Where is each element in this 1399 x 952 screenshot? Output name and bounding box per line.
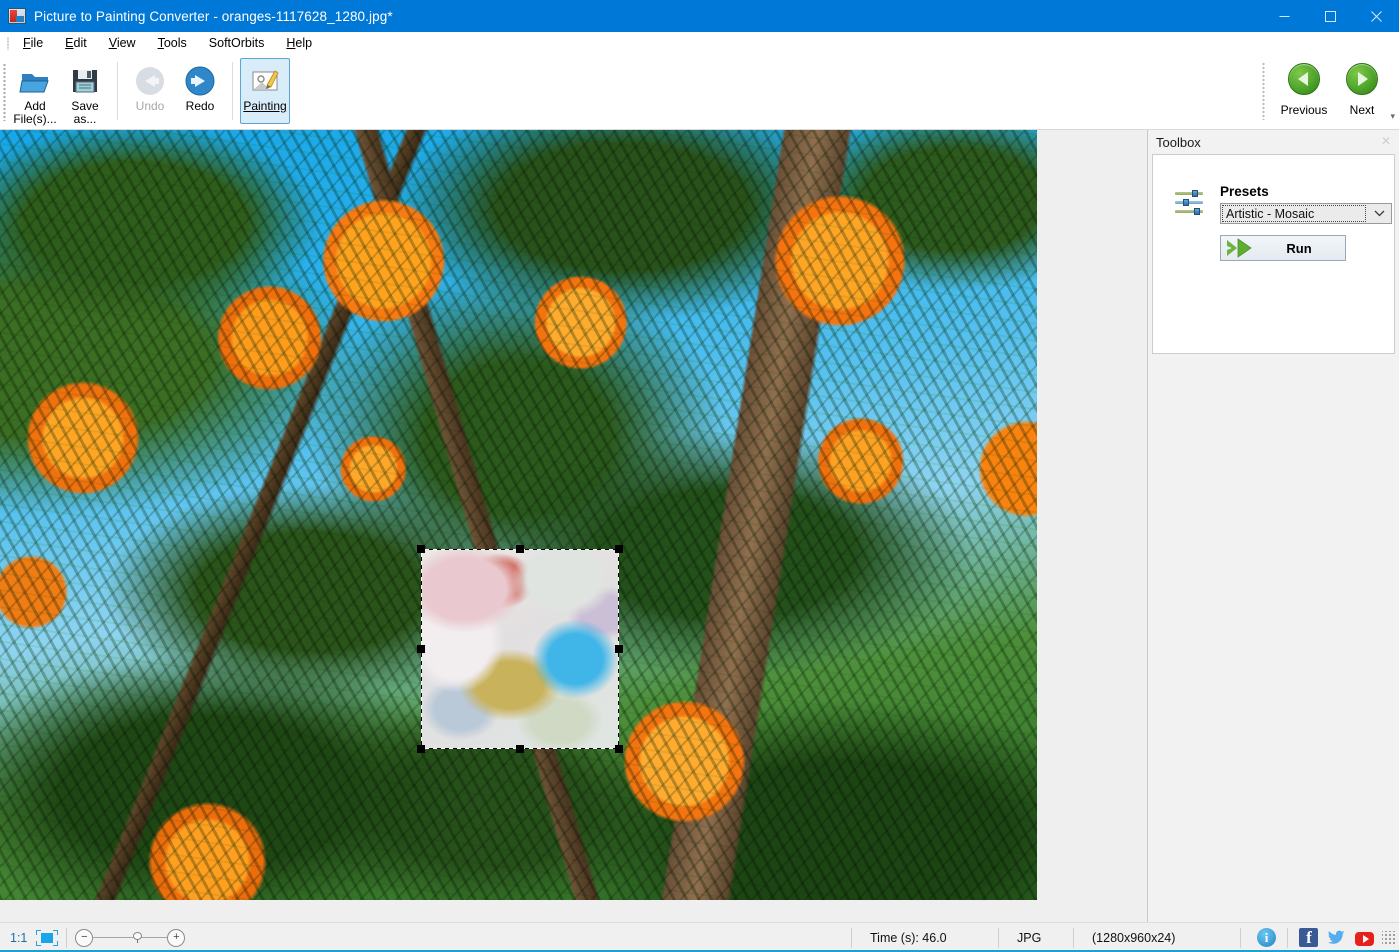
app-icon xyxy=(8,8,26,24)
run-label: Run xyxy=(1286,240,1312,256)
selection-handle-w[interactable] xyxy=(417,645,425,653)
sliders-icon xyxy=(1175,188,1203,216)
menu-item-softorbits[interactable]: SoftOrbits xyxy=(198,34,276,52)
save-as-button[interactable]: Save as... xyxy=(60,58,110,127)
redo-button[interactable]: Redo xyxy=(175,58,225,124)
previous-label: Previous xyxy=(1280,103,1328,117)
minimize-button[interactable] xyxy=(1261,0,1307,32)
status-divider-3 xyxy=(998,927,999,948)
application-window: Picture to Painting Converter - oranges-… xyxy=(0,0,1399,952)
format-field: JPG xyxy=(1017,930,1042,945)
fit-to-window-icon[interactable] xyxy=(36,929,59,946)
navigation-group: Previous Next xyxy=(1262,58,1391,124)
status-divider-6 xyxy=(1287,927,1288,948)
save-as-label: Save as... xyxy=(71,99,99,126)
redo-label: Redo xyxy=(185,99,215,113)
status-divider-4 xyxy=(1073,927,1074,948)
arrow-left-circle-icon xyxy=(1288,63,1320,95)
open-folder-icon xyxy=(19,65,51,97)
add-files-button[interactable]: Add File(s)... xyxy=(10,58,60,127)
minus-icon[interactable]: − xyxy=(75,928,94,947)
dimensions-field: (1280x960x24) xyxy=(1092,930,1176,945)
preset-dropdown[interactable]: Artistic - Mosaic xyxy=(1220,203,1392,224)
close-button[interactable] xyxy=(1353,0,1399,32)
selection-marching-ants-border xyxy=(421,549,619,749)
painting-button[interactable]: Painting xyxy=(240,58,290,124)
menu-item-file[interactable]: File xyxy=(12,34,54,52)
social-links: i f xyxy=(1249,927,1382,948)
menu-bar: File Edit View Tools SoftOrbits Help xyxy=(0,32,1399,55)
status-divider-1 xyxy=(66,927,68,948)
menu-item-edit[interactable]: Edit xyxy=(54,34,98,52)
toolbox-title: Toolbox xyxy=(1156,134,1201,150)
run-button[interactable]: Run xyxy=(1220,235,1346,261)
image-canvas[interactable] xyxy=(0,130,1145,922)
navigation-grip[interactable] xyxy=(1262,62,1265,120)
add-files-label: Add File(s)... xyxy=(13,99,57,126)
time-field: Time (s): 46.0 xyxy=(870,930,947,945)
presets-label: Presets xyxy=(1220,184,1269,199)
zoom-ratio-label[interactable]: 1:1 xyxy=(10,931,27,945)
window-controls xyxy=(1261,0,1399,32)
photo-foliage-texture xyxy=(0,130,1037,900)
undo-label: Undo xyxy=(135,99,165,113)
toolbar-separator-1 xyxy=(117,62,118,120)
green-double-arrow-icon xyxy=(1225,237,1263,259)
status-divider-2 xyxy=(851,927,852,948)
selection-handle-s[interactable] xyxy=(516,745,524,753)
youtube-icon[interactable] xyxy=(1355,931,1374,946)
window-title: Picture to Painting Converter - oranges-… xyxy=(34,8,393,24)
navigation-overflow-icon[interactable]: ▾ xyxy=(1390,111,1395,122)
painting-label: Painting xyxy=(243,99,287,113)
toolbox-content: Presets Artistic - Mosaic Run xyxy=(1152,154,1395,354)
toolbox-panel: Toolbox ✕ Presets Artistic - Mosaic Run xyxy=(1147,130,1399,922)
title-bar: Picture to Painting Converter - oranges-… xyxy=(0,0,1399,32)
facebook-icon[interactable]: f xyxy=(1299,928,1318,947)
menu-item-tools[interactable]: Tools xyxy=(147,34,198,52)
status-divider-5 xyxy=(1240,927,1241,948)
toolbar-drag-grip[interactable] xyxy=(3,63,6,121)
zoom-slider[interactable]: − + xyxy=(75,928,186,948)
twitter-icon[interactable] xyxy=(1327,928,1346,947)
undo-button[interactable]: Undo xyxy=(125,58,175,124)
selection-handle-n[interactable] xyxy=(516,545,524,553)
chevron-down-icon[interactable] xyxy=(1368,204,1391,223)
menu-item-view[interactable]: View xyxy=(98,34,147,52)
info-icon[interactable]: i xyxy=(1257,928,1276,947)
panel-close-icon[interactable]: ✕ xyxy=(1381,134,1391,148)
undo-arrow-icon xyxy=(134,65,166,97)
menu-drag-grip[interactable] xyxy=(3,32,12,55)
selection-handle-ne[interactable] xyxy=(615,545,623,553)
next-button[interactable]: Next xyxy=(1333,58,1391,124)
selection-handle-e[interactable] xyxy=(615,645,623,653)
selection-handle-sw[interactable] xyxy=(417,745,425,753)
painting-brush-icon xyxy=(249,65,281,97)
status-bar: 1:1 − + Time (s): 46.0 JPG (1280x960x24)… xyxy=(0,922,1399,952)
toolbox-header: Toolbox ✕ xyxy=(1148,130,1399,154)
plus-icon[interactable]: + xyxy=(167,928,186,947)
maximize-button[interactable] xyxy=(1307,0,1353,32)
menu-item-help[interactable]: Help xyxy=(275,34,323,52)
source-photo xyxy=(0,130,1037,900)
zoom-slider-track[interactable] xyxy=(93,937,168,938)
redo-arrow-icon xyxy=(184,65,216,97)
selection-handle-se[interactable] xyxy=(615,745,623,753)
preset-selected-value: Artistic - Mosaic xyxy=(1226,206,1315,221)
selection-handle-nw[interactable] xyxy=(417,545,425,553)
zoom-slider-thumb[interactable] xyxy=(133,931,143,943)
toolbar-separator-2 xyxy=(232,62,233,120)
resize-grip-icon[interactable] xyxy=(1382,930,1396,945)
painting-preview-selection[interactable] xyxy=(417,545,623,753)
next-label: Next xyxy=(1349,103,1375,117)
previous-button[interactable]: Previous xyxy=(1275,58,1333,124)
floppy-disk-icon xyxy=(69,65,101,97)
main-toolbar: Add File(s)... Save as... Undo Redo Pain… xyxy=(0,55,1399,180)
arrow-right-circle-icon xyxy=(1346,63,1378,95)
